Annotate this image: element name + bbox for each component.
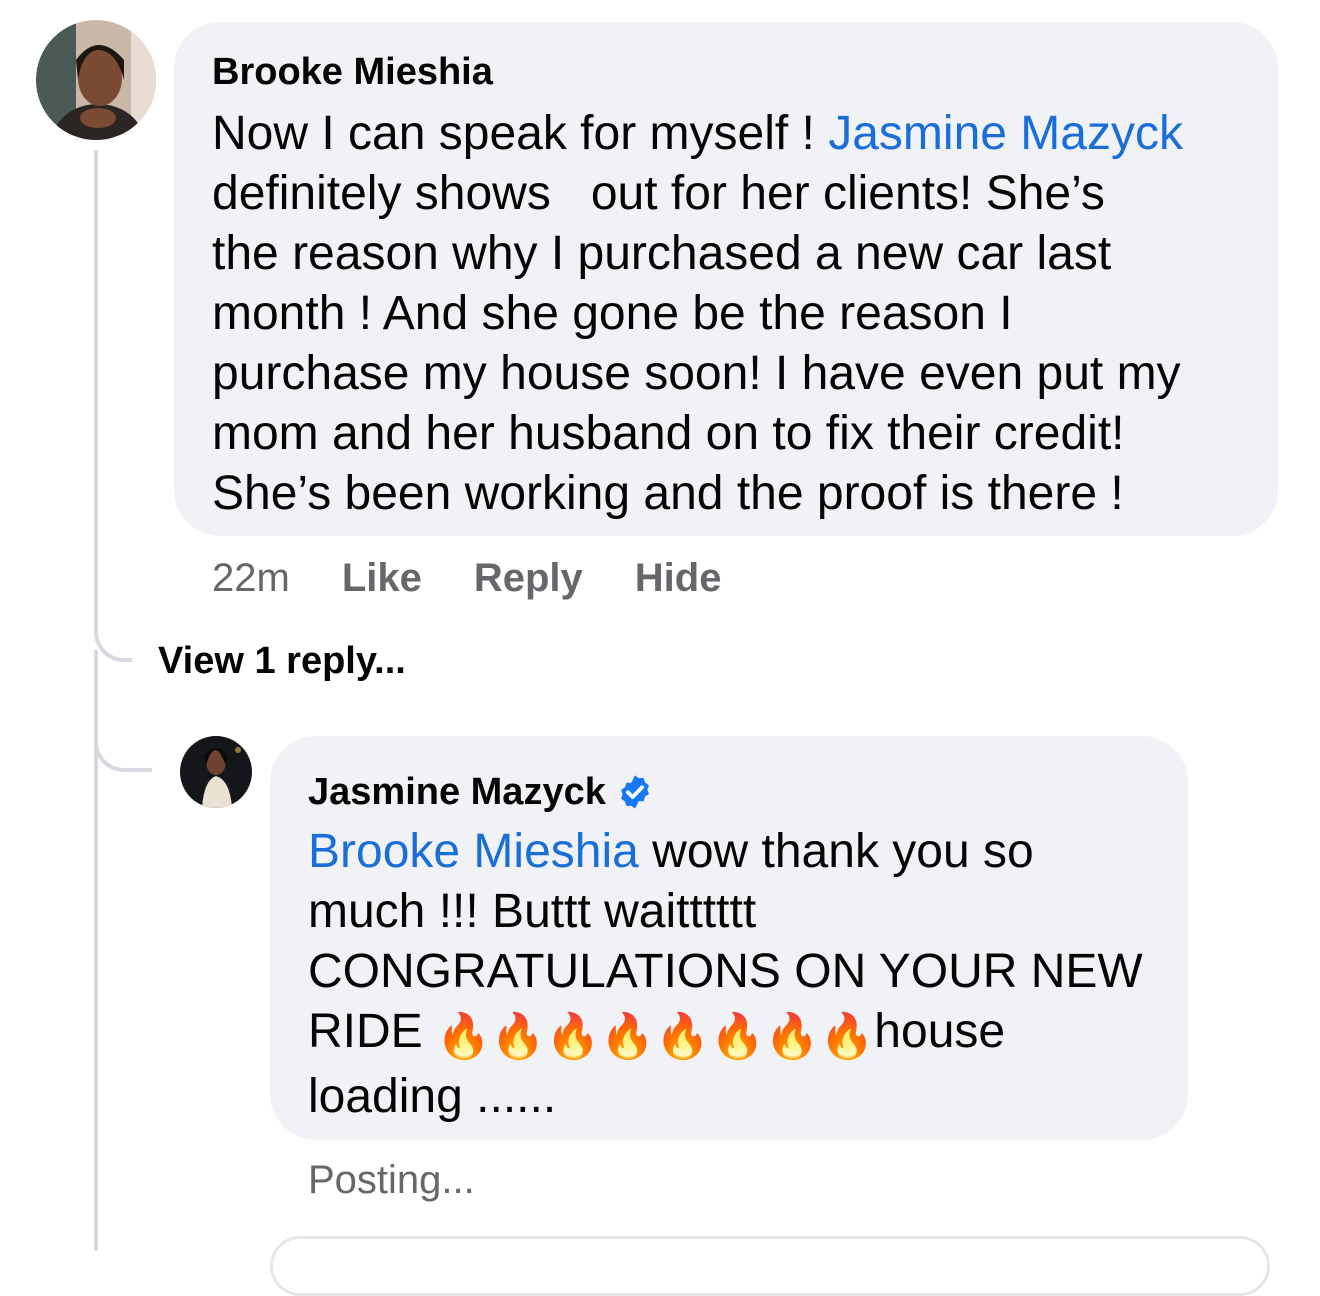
comment-bubble: Brooke Mieshia Now I can speak for mysel… bbox=[174, 22, 1278, 536]
comment-text-rest: definitely shows out for her clients! Sh… bbox=[212, 167, 1181, 520]
avatar-brooke[interactable] bbox=[36, 20, 156, 140]
view-replies-link[interactable]: View 1 reply... bbox=[158, 640, 406, 683]
thread-line-main bbox=[94, 150, 98, 620]
avatar-jasmine[interactable] bbox=[180, 736, 252, 808]
reply-author: Jasmine Mazyck bbox=[308, 770, 1152, 814]
reply-author-name[interactable]: Jasmine Mazyck bbox=[308, 770, 606, 814]
comment-composer[interactable] bbox=[270, 1236, 1270, 1296]
reply-bubble: Jasmine Mazyck Brooke Mieshia wow thank … bbox=[270, 736, 1188, 1140]
reply-mention[interactable]: Brooke Mieshia bbox=[308, 825, 639, 878]
reply-text: Brooke Mieshia wow thank you so much !!!… bbox=[308, 822, 1152, 1127]
thread-curve-reply bbox=[94, 720, 152, 772]
reply-button[interactable]: Reply bbox=[474, 555, 583, 601]
comment-timestamp[interactable]: 22m bbox=[212, 555, 290, 601]
comment-actions: 22m Like Reply Hide bbox=[212, 555, 721, 601]
comment-mention[interactable]: Jasmine Mazyck bbox=[828, 107, 1183, 160]
verified-badge-icon bbox=[616, 773, 654, 811]
reply-text-line1: wow thank you so bbox=[638, 825, 1034, 878]
comment-text-start: Now I can speak for myself ! bbox=[212, 107, 829, 160]
comment-text: Now I can speak for myself ! Jasmine Maz… bbox=[212, 104, 1242, 524]
fire-emojis: 🔥🔥🔥🔥🔥🔥🔥🔥 bbox=[436, 1012, 875, 1061]
thread-curve-view-replies bbox=[94, 600, 132, 662]
like-button[interactable]: Like bbox=[342, 555, 422, 601]
posting-status: Posting... bbox=[308, 1158, 475, 1202]
hide-button[interactable]: Hide bbox=[635, 555, 722, 601]
comment-author[interactable]: Brooke Mieshia bbox=[212, 50, 1242, 94]
